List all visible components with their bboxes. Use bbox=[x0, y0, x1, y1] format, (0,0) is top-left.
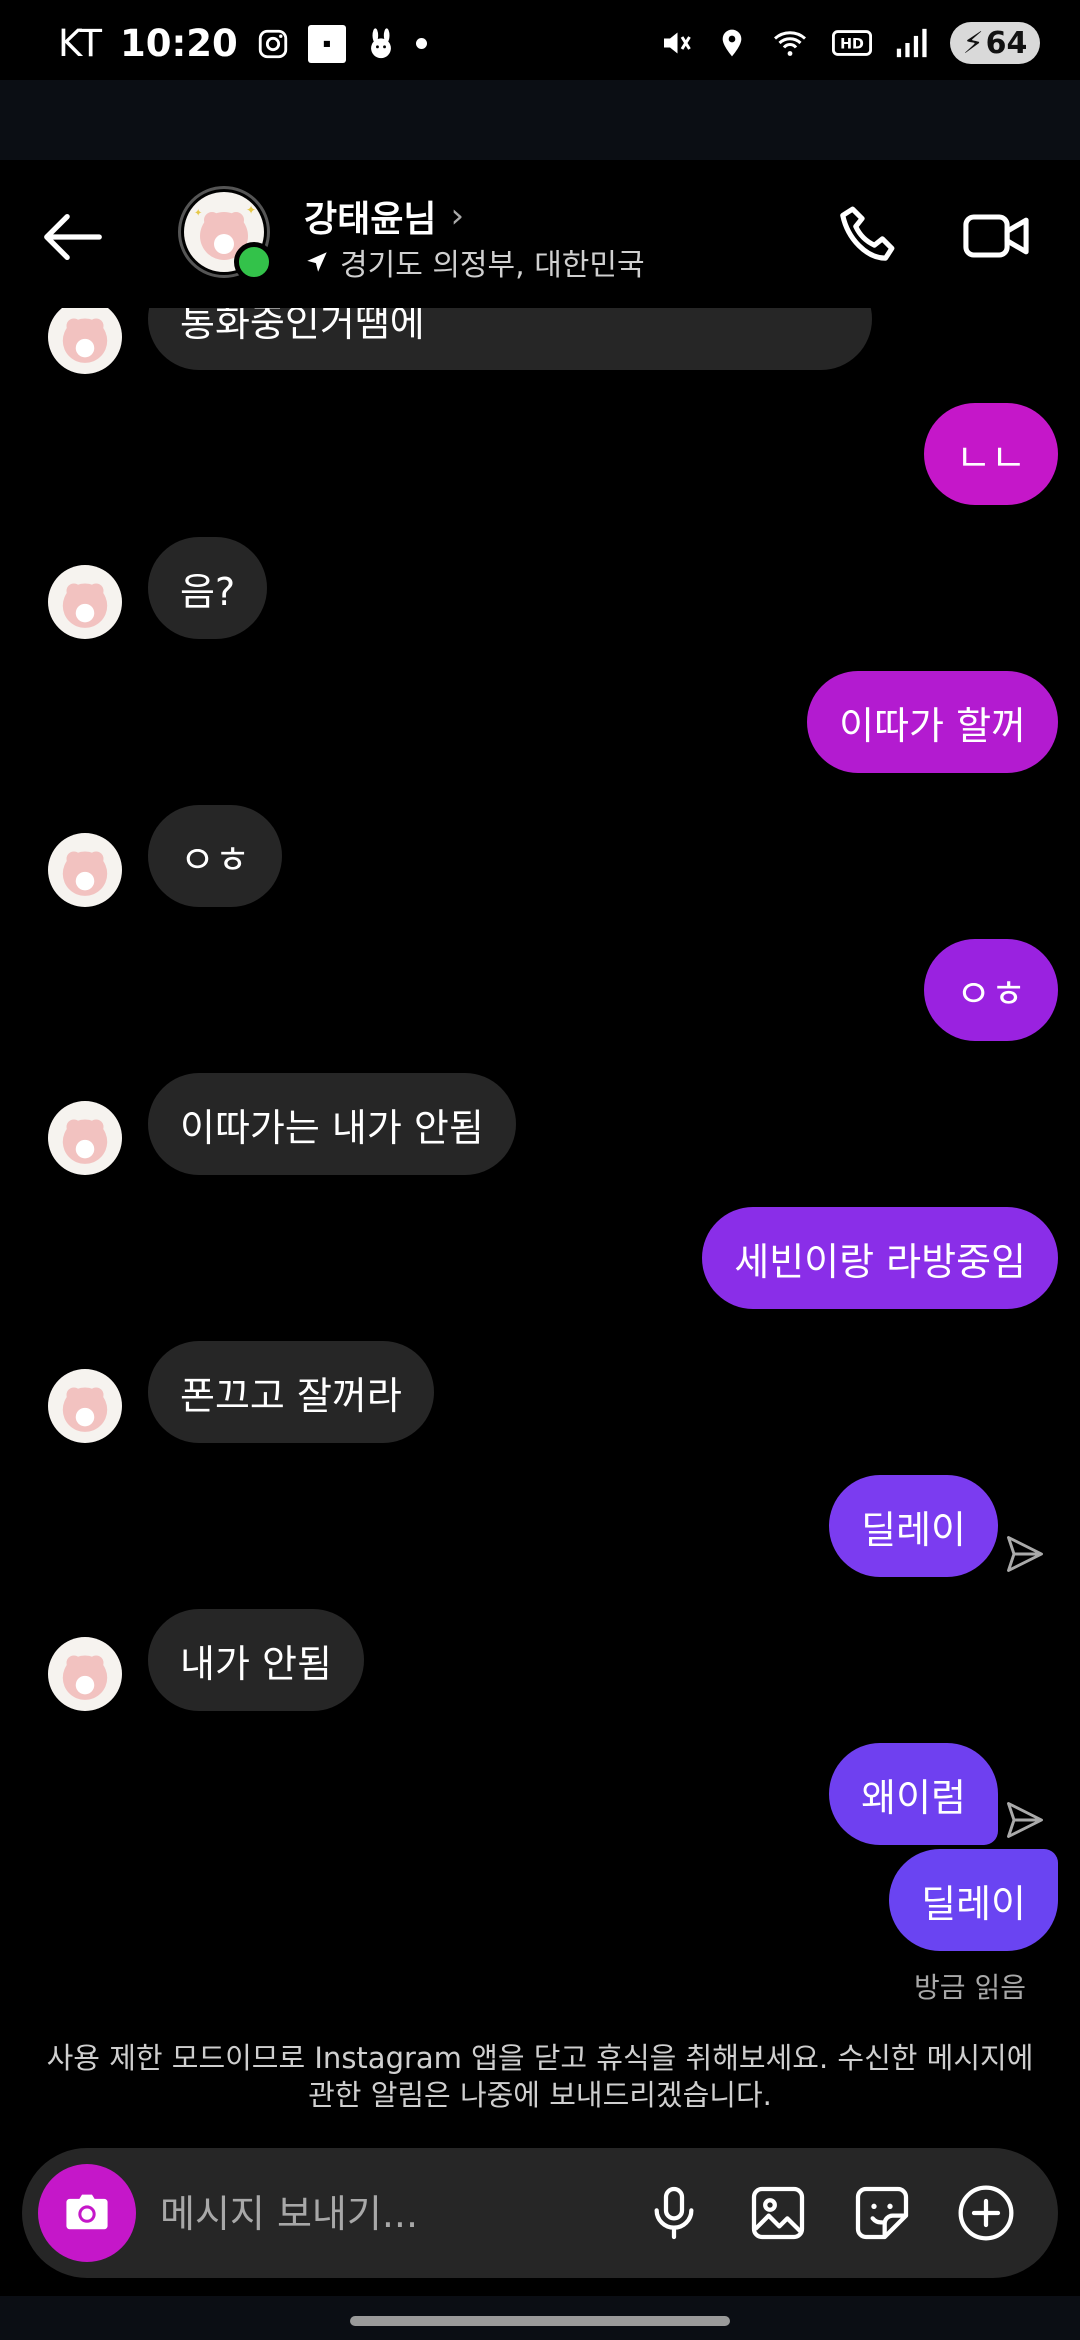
incoming-message[interactable]: 내가 안됨 bbox=[148, 1609, 364, 1711]
incoming-message[interactable]: 음? bbox=[148, 537, 268, 639]
status-bar: KT 10:20 ■ HD ⚡ 64 bbox=[0, 0, 1080, 80]
read-receipt: 방금 읽음 bbox=[914, 1971, 1026, 2004]
send-icon bbox=[1007, 1536, 1043, 1572]
sender-avatar bbox=[48, 1101, 122, 1175]
battery-level: 64 bbox=[985, 25, 1028, 61]
outgoing-message[interactable]: 이따가 할꺼 bbox=[807, 671, 1058, 773]
sender-avatar bbox=[48, 1369, 122, 1443]
location-arrow-icon bbox=[307, 252, 327, 272]
location-icon bbox=[722, 29, 742, 57]
sender-avatar bbox=[48, 833, 122, 907]
signal-icon bbox=[896, 28, 927, 58]
sender-avatar bbox=[48, 300, 122, 374]
camera-button[interactable] bbox=[38, 2164, 136, 2262]
top-spacer bbox=[0, 80, 1080, 160]
plus-circle-icon[interactable] bbox=[954, 2181, 1018, 2245]
outgoing-message[interactable]: 왜이럼 bbox=[829, 1743, 998, 1845]
wifi-icon bbox=[774, 31, 806, 56]
message-composer bbox=[22, 2148, 1058, 2278]
svg-text:✦: ✦ bbox=[194, 208, 202, 219]
contact-name: 강태윤님 bbox=[304, 199, 437, 240]
sticker-icon[interactable] bbox=[850, 2181, 914, 2245]
rabbit-notification-icon bbox=[370, 27, 391, 58]
carrier-label: KT bbox=[58, 22, 102, 65]
incoming-message[interactable]: 이따가는 내가 안됨 bbox=[148, 1073, 516, 1175]
gallery-icon[interactable] bbox=[746, 2181, 810, 2245]
microphone-icon[interactable] bbox=[642, 2181, 706, 2245]
send-icon bbox=[1007, 1802, 1043, 1838]
contact-location-row: 경기도 의정부, 대한민국 bbox=[304, 240, 645, 284]
sender-avatar bbox=[48, 1637, 122, 1711]
outgoing-message[interactable]: 세빈이랑 라방중임 bbox=[702, 1207, 1058, 1309]
camera-icon bbox=[66, 2194, 108, 2230]
app-notification-icon: ■ bbox=[307, 24, 346, 63]
clock: 10:20 bbox=[120, 22, 238, 65]
restricted-mode-notice: 사용 제한 모드이므로 Instagram 앱을 닫고 휴식을 취해보세요. 수… bbox=[46, 2041, 1034, 2112]
phone-icon[interactable] bbox=[832, 198, 908, 274]
outgoing-message[interactable]: ㄴㄴ bbox=[924, 403, 1058, 505]
mute-icon bbox=[664, 32, 691, 54]
svg-text:✦: ✦ bbox=[246, 203, 256, 217]
contact-location: 경기도 의정부, 대한민국 bbox=[340, 248, 645, 283]
charging-icon: ⚡ bbox=[962, 25, 984, 61]
more-notifications-dot bbox=[415, 38, 427, 49]
outgoing-message[interactable]: 딜레이 bbox=[889, 1849, 1058, 1951]
chat-header: ✦ ✦ 강태윤님 › 경기도 의정부, 대한민국 bbox=[0, 160, 1080, 308]
outgoing-message[interactable]: 딜레이 bbox=[829, 1475, 998, 1577]
hd-icon: HD bbox=[832, 30, 872, 56]
online-status-dot bbox=[234, 242, 274, 282]
message-input[interactable] bbox=[158, 2178, 642, 2250]
sender-avatar bbox=[48, 565, 122, 639]
instagram-notification-icon bbox=[258, 29, 287, 58]
battery-indicator: ⚡ 64 bbox=[950, 22, 1040, 64]
back-arrow-icon[interactable] bbox=[38, 202, 108, 272]
chevron-right-icon: › bbox=[450, 196, 465, 236]
home-indicator[interactable] bbox=[350, 2316, 730, 2326]
incoming-message[interactable]: 폰끄고 잘꺼라 bbox=[148, 1341, 434, 1443]
video-camera-icon[interactable] bbox=[958, 198, 1034, 274]
contact-name-row[interactable]: 강태윤님 › bbox=[304, 190, 464, 242]
outgoing-message[interactable]: ㅇㅎ bbox=[924, 939, 1058, 1041]
incoming-message[interactable]: ㅇㅎ bbox=[148, 805, 282, 907]
svg-text:HD: HD bbox=[840, 37, 864, 53]
